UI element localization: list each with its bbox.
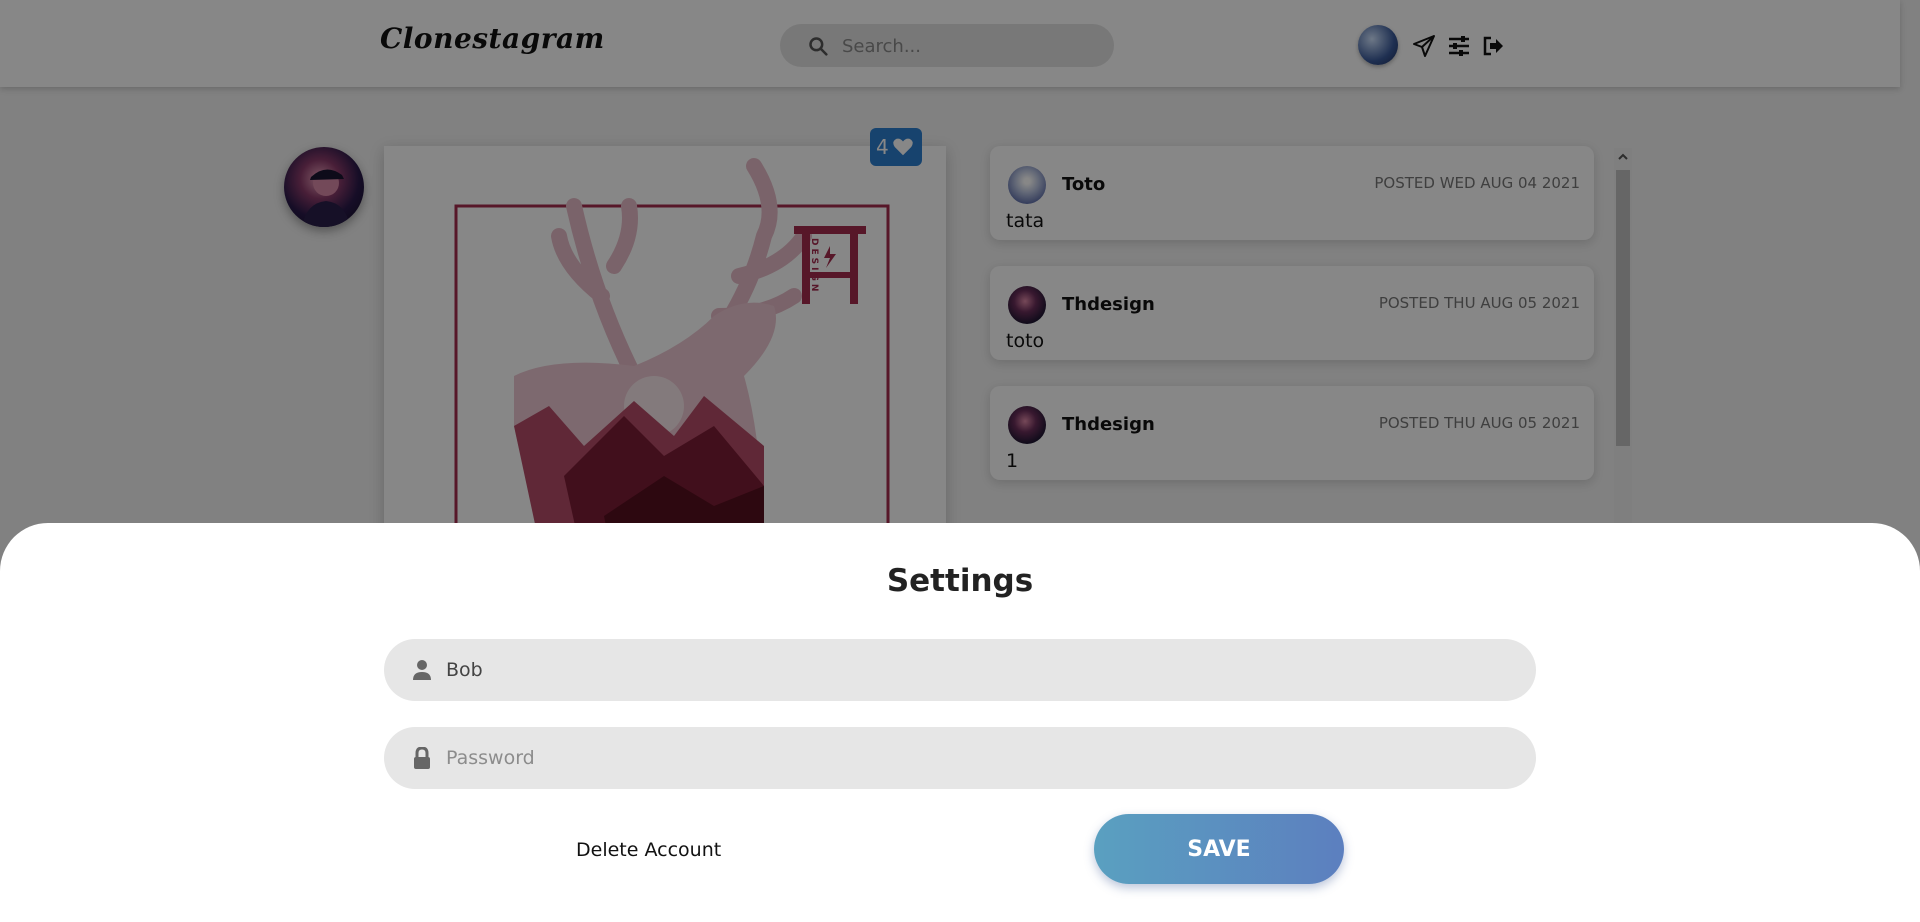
password-input[interactable] [446, 727, 1506, 789]
username-input[interactable] [446, 639, 1506, 701]
delete-account-button[interactable]: Delete Account [576, 839, 721, 861]
user-icon [413, 660, 431, 680]
app-page: Clonestagram Search... DESIGN 4 Toto POS… [0, 0, 1920, 922]
settings-title: Settings [886, 563, 1034, 599]
save-button[interactable]: SAVE [1094, 814, 1344, 884]
username-field[interactable] [384, 639, 1536, 701]
settings-modal: Settings Delete Account SAVE [0, 523, 1920, 922]
password-field[interactable] [384, 727, 1536, 789]
lock-icon [414, 747, 430, 769]
